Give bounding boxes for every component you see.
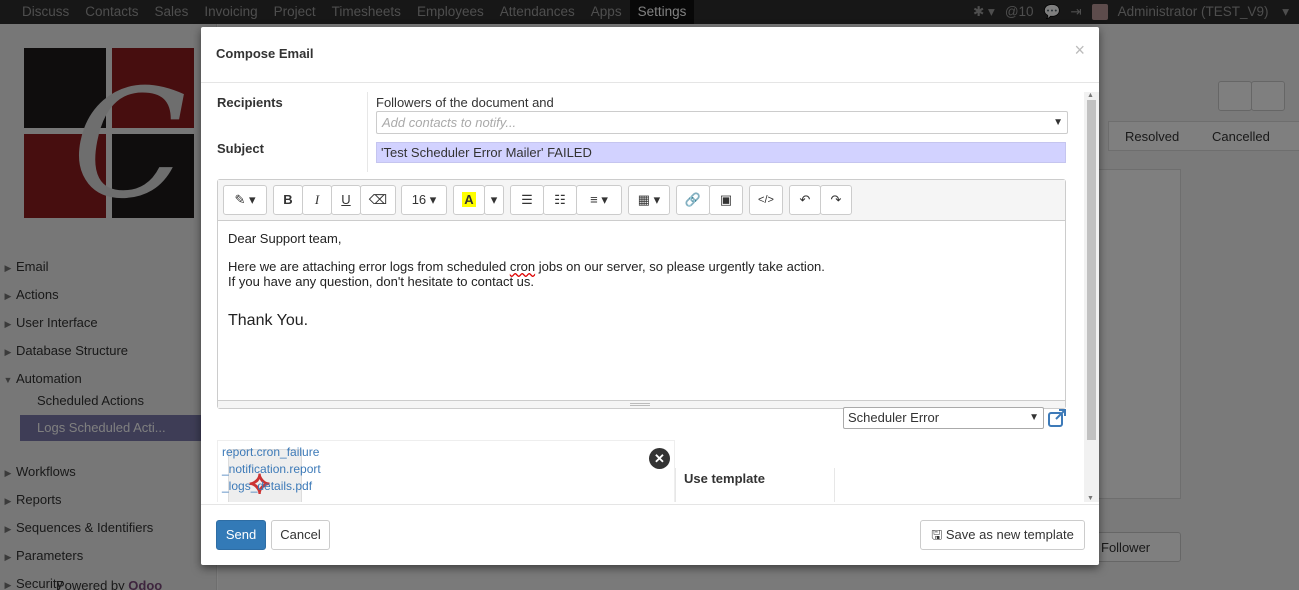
misspelled-word: cron (509, 259, 536, 274)
text-color-button[interactable]: A (453, 185, 485, 215)
cancel-button[interactable]: Cancel (271, 520, 330, 550)
code-view-icon[interactable]: </> (749, 185, 783, 215)
attachments-area: ⟡ report.cron_failure _notification.repo… (217, 440, 675, 502)
compose-email-dialog: Compose Email × Recipients Followers of … (201, 27, 1099, 565)
template-select[interactable]: Scheduler Error ▼ (843, 407, 1044, 429)
contacts-input[interactable]: Add contacts to notify... ▼ (376, 111, 1068, 134)
recipients-text: Followers of the document and (376, 95, 554, 110)
subject-input[interactable]: 'Test Scheduler Error Mailer' FAILED (376, 142, 1066, 163)
remove-attachment-icon[interactable]: ✕ (649, 448, 670, 469)
body-thanks: Thank You. (228, 312, 309, 329)
bold-button[interactable]: B (273, 185, 303, 215)
field-divider (367, 92, 368, 172)
body-line-2: Here we are attaching error logs from sc… (228, 259, 825, 274)
numbered-list-icon[interactable]: ☷ (543, 185, 577, 215)
html-editor: ✎ ▾ B I U ⌫ 16 ▾ A ▾ ☰ ☷ ≡ ▾ ▦ ▾ 🔗 ▣ </>… (217, 179, 1066, 409)
save-icon: 🖫 (931, 527, 943, 542)
redo-icon[interactable]: ↷ (820, 185, 852, 215)
italic-button[interactable]: I (302, 185, 332, 215)
undo-icon[interactable]: ↶ (789, 185, 821, 215)
contacts-placeholder: Add contacts to notify... (382, 115, 517, 130)
save-as-template-button[interactable]: 🖫 Save as new template (920, 520, 1085, 550)
external-link-icon[interactable] (1047, 408, 1067, 428)
header-divider (201, 82, 1099, 83)
field-divider (675, 468, 676, 502)
body-line-3: If you have any question, don't hesitate… (228, 274, 535, 289)
table-dropdown[interactable]: ▦ ▾ (628, 185, 670, 215)
attachment-link[interactable]: report.cron_failure _notification.report… (222, 444, 332, 495)
field-divider (834, 468, 835, 502)
scrollbar-thumb[interactable] (1087, 100, 1096, 440)
recipients-label: Recipients (217, 95, 283, 110)
send-button[interactable]: Send (216, 520, 266, 550)
subject-label: Subject (217, 141, 264, 156)
font-size-dropdown[interactable]: 16 ▾ (401, 185, 447, 215)
chevron-down-icon[interactable]: ▼ (1053, 112, 1063, 133)
style-dropdown[interactable]: ✎ ▾ (223, 185, 267, 215)
dialog-title: Compose Email (216, 46, 314, 61)
bullet-list-icon[interactable]: ☰ (510, 185, 544, 215)
eraser-icon[interactable]: ⌫ (360, 185, 396, 215)
dialog-body: Recipients Followers of the document and… (201, 92, 1099, 502)
link-icon[interactable]: 🔗 (676, 185, 710, 215)
dialog-scrollbar[interactable]: ▲ ▼ (1084, 92, 1099, 502)
footer-divider (201, 504, 1099, 505)
scroll-down-icon[interactable]: ▼ (1087, 495, 1094, 502)
use-template-label: Use template (684, 471, 765, 486)
editor-toolbar: ✎ ▾ B I U ⌫ 16 ▾ A ▾ ☰ ☷ ≡ ▾ ▦ ▾ 🔗 ▣ </>… (218, 180, 1065, 221)
align-dropdown[interactable]: ≡ ▾ (576, 185, 622, 215)
scroll-up-icon[interactable]: ▲ (1087, 92, 1094, 99)
color-dropdown[interactable]: ▾ (484, 185, 504, 215)
body-line-1: Dear Support team, (228, 231, 342, 246)
underline-button[interactable]: U (331, 185, 361, 215)
close-icon[interactable]: × (1074, 40, 1085, 61)
image-icon[interactable]: ▣ (709, 185, 743, 215)
editor-content[interactable]: Dear Support team, Here we are attaching… (228, 231, 1058, 329)
chevron-down-icon: ▼ (1029, 412, 1039, 423)
